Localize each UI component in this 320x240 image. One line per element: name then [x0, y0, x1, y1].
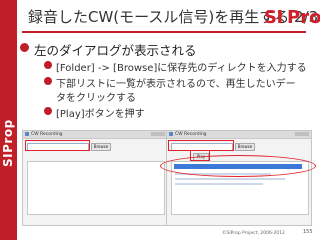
bullet-dot-icon: [44, 77, 52, 85]
logo-text-prop: Prop: [287, 7, 320, 28]
logo-text-si: SI: [264, 7, 283, 28]
list-item[interactable]: [175, 178, 285, 180]
bullet-main-text: 左のダイアログが表示される: [34, 43, 197, 58]
window-titlebar: CW Recording: [167, 131, 311, 139]
page-number: 155: [303, 229, 313, 235]
window-title: CW Recording: [31, 132, 63, 137]
bullet-sub-play-text: [Play]ボタンを押す: [56, 109, 145, 120]
window-controls-icon: [151, 132, 165, 136]
window-title: CW Recording: [175, 132, 207, 137]
bullet-sub-list-cont: タをクリックする: [56, 89, 136, 104]
footer-copyright: ©SIProp Project, 2006-2012: [222, 231, 285, 236]
bullet-sub-folder: [Folder] -> [Browse]に保存先のディレクトを入力する: [44, 59, 307, 74]
bullet-main: 左のダイアログが表示される: [20, 40, 197, 59]
app-icon: [25, 132, 29, 136]
brand-side-text: SIProp: [1, 119, 15, 167]
window-controls-icon: [295, 132, 309, 136]
highlight-list-oval: [160, 155, 316, 177]
siprop-logo: SI Prop: [256, 2, 320, 32]
app-icon: [169, 132, 173, 136]
list-item[interactable]: [175, 183, 263, 185]
file-list[interactable]: [27, 161, 165, 215]
bullet-sub-list-cont-text: タをクリックする: [56, 93, 136, 104]
bullet-sub-list: 下部リストに一覧が表示されるので、再生したいデー: [44, 75, 296, 90]
bullet-dot-icon: [44, 107, 52, 115]
browse-button[interactable]: Browse: [91, 143, 111, 151]
highlight-folder-left: [25, 140, 90, 151]
window-titlebar: CW Recording: [23, 131, 167, 139]
brand-side-bar: SIProp: [0, 0, 17, 240]
bullet-sub-play: [Play]ボタンを押す: [44, 105, 145, 120]
bullet-dot-icon: [44, 61, 52, 69]
bullet-sub-folder-text: [Folder] -> [Browse]に保存先のディレクトを入力する: [56, 63, 307, 74]
bullet-dot-icon: [20, 43, 29, 52]
slide-title-text: 録音したCW(モースル信号)を再生する: [28, 8, 290, 26]
browse-button[interactable]: Browse: [235, 143, 255, 151]
